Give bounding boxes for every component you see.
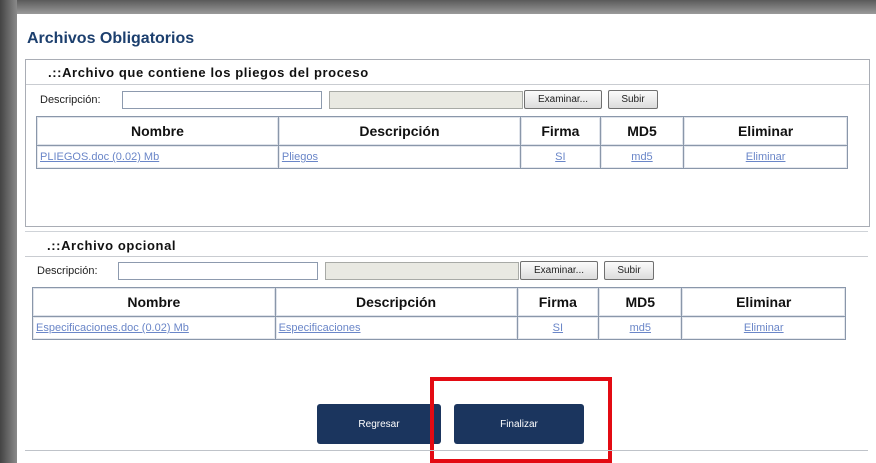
signature-link[interactable]: SI — [516, 316, 600, 340]
back-button[interactable]: Regresar — [317, 404, 441, 444]
delete-link[interactable]: Eliminar — [681, 316, 846, 340]
column-header-descripcion: Descripción — [274, 287, 518, 317]
table-header-row: Nombre Descripción Firma MD5 Eliminar — [32, 287, 846, 317]
main-panel: Archivos Obligatorios .::Archivo que con… — [17, 14, 876, 463]
table-row: PLIEGOS.doc (0.02) Mb Pliegos SI md5 Eli… — [36, 145, 848, 169]
file-description-link[interactable]: Pliegos — [277, 145, 521, 169]
section-required-file: .::Archivo que contiene los pliegos del … — [25, 59, 870, 227]
column-header-eliminar: Eliminar — [681, 287, 846, 317]
column-header-md5: MD5 — [599, 116, 685, 146]
description-label: Descripción: — [37, 265, 98, 277]
upload-button[interactable]: Subir — [608, 90, 658, 109]
bottom-divider — [25, 450, 868, 451]
column-header-descripcion: Descripción — [277, 116, 521, 146]
table-row: Especificaciones.doc (0.02) Mb Especific… — [32, 316, 846, 340]
description-input[interactable] — [118, 262, 318, 280]
file-name-link[interactable]: Especificaciones.doc (0.02) Mb — [32, 316, 276, 340]
section-heading: .::Archivo opcional — [47, 238, 177, 253]
files-table: Nombre Descripción Firma MD5 Eliminar Es… — [32, 287, 846, 340]
file-description-link[interactable]: Especificaciones — [274, 316, 518, 340]
browse-button[interactable]: Examinar... — [524, 90, 602, 109]
column-header-firma: Firma — [516, 287, 600, 317]
section-divider — [26, 84, 869, 85]
files-table: Nombre Descripción Firma MD5 Eliminar PL… — [36, 116, 848, 169]
column-header-nombre: Nombre — [32, 287, 276, 317]
file-path-field[interactable] — [329, 91, 523, 109]
section-heading: .::Archivo que contiene los pliegos del … — [48, 65, 369, 80]
column-header-nombre: Nombre — [36, 116, 279, 146]
description-label: Descripción: — [40, 94, 101, 106]
browse-button[interactable]: Examinar... — [520, 261, 598, 280]
file-path-field[interactable] — [325, 262, 519, 280]
window-frame-left — [0, 0, 17, 463]
column-header-eliminar: Eliminar — [683, 116, 848, 146]
description-input[interactable] — [122, 91, 322, 109]
table-header-row: Nombre Descripción Firma MD5 Eliminar — [36, 116, 848, 146]
column-header-md5: MD5 — [598, 287, 683, 317]
file-name-link[interactable]: PLIEGOS.doc (0.02) Mb — [36, 145, 279, 169]
window-frame-top — [0, 0, 876, 14]
section-divider — [25, 256, 868, 257]
column-header-firma: Firma — [519, 116, 601, 146]
section-optional-file: .::Archivo opcional Descripción: Examina… — [25, 231, 868, 372]
delete-link[interactable]: Eliminar — [683, 145, 848, 169]
upload-button[interactable]: Subir — [604, 261, 654, 280]
md5-link[interactable]: md5 — [599, 145, 685, 169]
md5-link[interactable]: md5 — [598, 316, 683, 340]
page-title: Archivos Obligatorios — [27, 30, 195, 47]
signature-link[interactable]: SI — [519, 145, 601, 169]
